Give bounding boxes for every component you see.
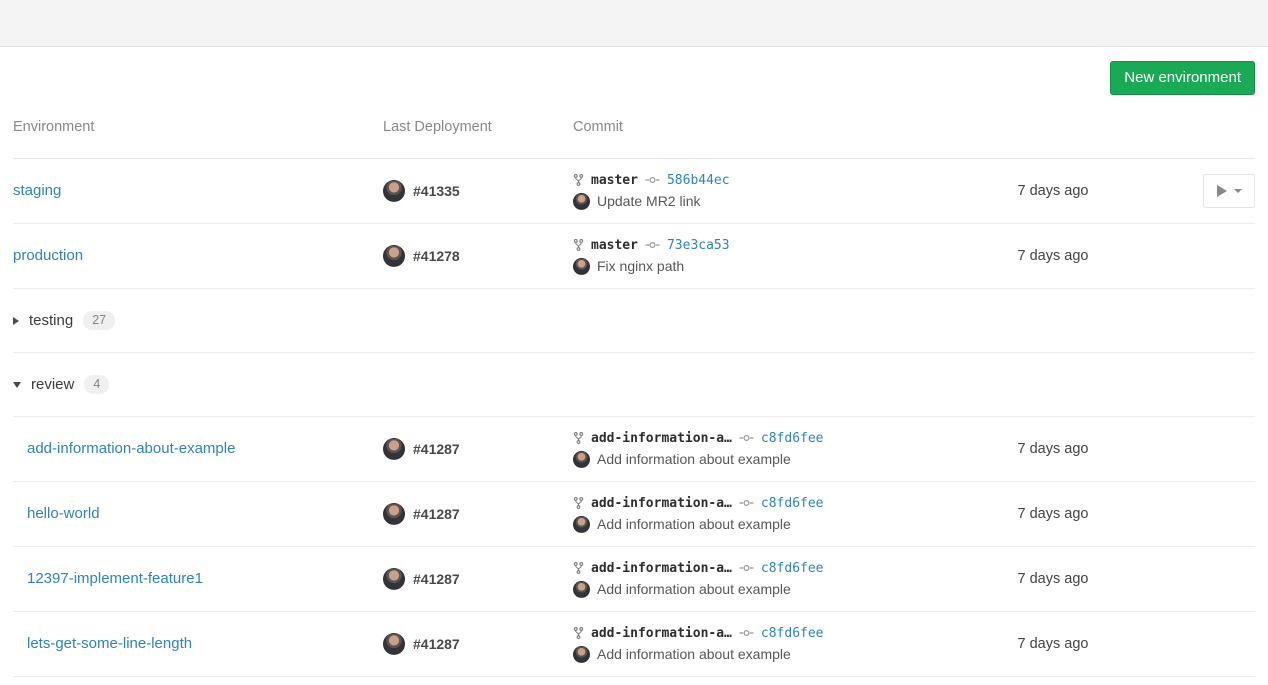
toolbar: New environment [13,47,1255,95]
environments-table-body: staging #41335 master [13,159,1255,677]
folder-toggle[interactable]: review 4 [13,375,109,394]
environment-row: lets-get-some-line-length #41287 add-inf… [13,612,1255,677]
commit-author-avatar [573,516,590,533]
deployment-date: 7 days ago [1018,506,1089,522]
deployer-avatar [383,568,405,590]
commit-sha-link[interactable]: 586b44ec [667,173,730,188]
commit-author-avatar [573,646,590,663]
folder-toggle[interactable]: testing 27 [13,311,115,330]
commit-message[interactable]: Update MR2 link [597,193,701,209]
deployer-avatar [383,503,405,525]
deployer-avatar [383,438,405,460]
folder-caret-icon [13,382,21,388]
environment-link[interactable]: production [13,247,83,264]
git-commit-icon [739,433,754,443]
environment-folder-row: testing 27 [13,289,1255,353]
nav-tab[interactable] [667,19,671,27]
environment-link[interactable]: lets-get-some-line-length [27,635,192,652]
environment-link[interactable]: hello-world [27,505,100,522]
commit-author-avatar [573,193,590,210]
header-environment: Environment [13,119,383,135]
new-environment-button[interactable]: New environment [1110,61,1255,95]
header-last-deployment: Last Deployment [383,119,573,135]
environments-table-header: Environment Last Deployment Commit [13,95,1255,159]
deployment-id: #41287 [413,441,460,457]
commit-sha-link[interactable]: 73e3ca53 [667,238,730,253]
folder-name: review [31,376,74,393]
git-commit-icon [645,240,660,250]
commit-message[interactable]: Add information about example [597,516,791,532]
commit-message[interactable]: Add information about example [597,581,791,597]
play-icon [1217,185,1227,197]
git-branch-icon [573,496,584,510]
branch-name[interactable]: add-information-a… [591,626,732,641]
nav-tab[interactable] [621,19,625,27]
commit-author-avatar [573,258,590,275]
deployment-id: #41278 [413,248,460,264]
environment-link[interactable]: add-information-about-example [27,440,235,457]
folder-caret-icon [13,317,19,325]
environment-row: 12397-implement-feature1 #41287 add-info… [13,547,1255,612]
git-commit-icon [739,563,754,573]
project-pipelines-nav [0,0,1268,47]
git-branch-icon [573,238,584,252]
environment-link[interactable]: 12397-implement-feature1 [27,570,203,587]
environment-link[interactable]: staging [13,182,61,199]
git-branch-icon [573,431,584,445]
nav-tab[interactable] [598,19,602,27]
deployment-id: #41335 [413,183,460,199]
deployer-avatar [383,633,405,655]
deployment-date: 7 days ago [1018,441,1089,457]
environment-row: hello-world #41287 add-information-a… [13,482,1255,547]
environment-row: staging #41335 master [13,159,1255,224]
commit-sha-link[interactable]: c8fd6fee [761,431,824,446]
git-commit-icon [739,628,754,638]
git-commit-icon [645,175,660,185]
environments-page: New environment Environment Last Deploym… [0,47,1268,677]
commit-message[interactable]: Add information about example [597,646,791,662]
git-branch-icon [573,626,584,640]
commit-author-avatar [573,451,590,468]
branch-name[interactable]: master [591,173,638,188]
header-commit: Commit [573,119,973,135]
environment-row: add-information-about-example #41287 add… [13,417,1255,482]
commit-sha-link[interactable]: c8fd6fee [761,626,824,641]
branch-name[interactable]: master [591,238,638,253]
deployment-id: #41287 [413,571,460,587]
git-branch-icon [573,561,584,575]
branch-name[interactable]: add-information-a… [591,496,732,511]
deployment-date: 7 days ago [1018,183,1089,199]
deployment-id: #41287 [413,506,460,522]
branch-name[interactable]: add-information-a… [591,431,732,446]
git-branch-icon [573,173,584,187]
environment-count-badge: 4 [84,375,109,394]
environment-folder-row: review 4 [13,353,1255,417]
commit-message[interactable]: Add information about example [597,451,791,467]
commit-sha-link[interactable]: c8fd6fee [761,561,824,576]
deployment-id: #41287 [413,636,460,652]
deployer-avatar [383,180,405,202]
deployment-date: 7 days ago [1018,571,1089,587]
commit-sha-link[interactable]: c8fd6fee [761,496,824,511]
folder-name: testing [29,312,73,329]
play-dropdown-button[interactable] [1203,174,1255,208]
deployment-date: 7 days ago [1018,248,1089,264]
branch-name[interactable]: add-information-a… [591,561,732,576]
nav-tab[interactable] [644,19,648,27]
environment-row: production #41278 master [13,224,1255,289]
deployer-avatar [383,245,405,267]
chevron-down-icon [1234,189,1242,193]
commit-author-avatar [573,581,590,598]
commit-message[interactable]: Fix nginx path [597,258,684,274]
deployment-date: 7 days ago [1018,636,1089,652]
git-commit-icon [739,498,754,508]
environment-count-badge: 27 [83,311,115,330]
